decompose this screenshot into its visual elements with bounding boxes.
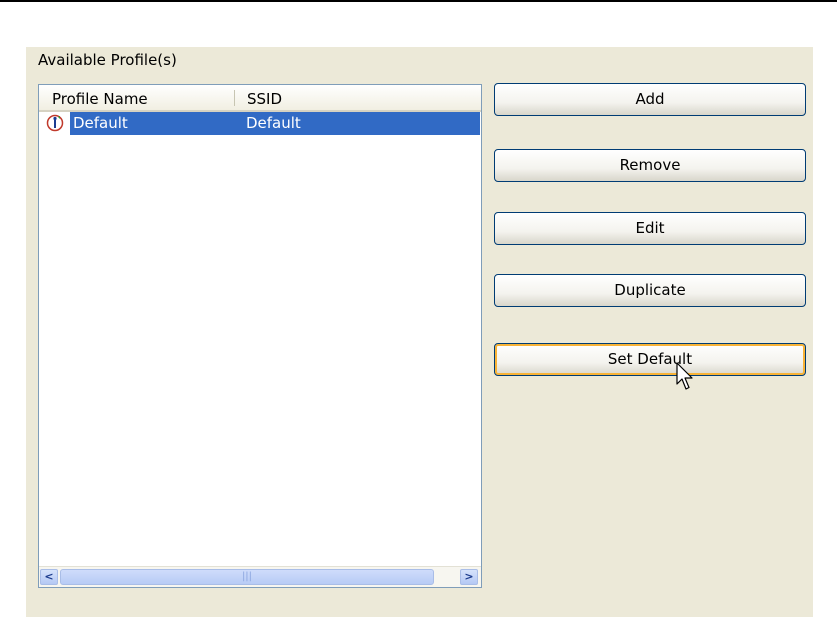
scrollbar-thumb[interactable]: ||| <box>60 569 434 585</box>
profile-list[interactable]: Profile Name SSID Default Default < ||| <box>38 84 482 588</box>
edit-button[interactable]: Edit <box>494 212 806 245</box>
add-button[interactable]: Add <box>494 83 806 116</box>
default-profile-icon <box>46 114 64 132</box>
set-default-button[interactable]: Set Default <box>494 343 806 376</box>
column-header-ssid[interactable]: SSID <box>247 90 282 108</box>
mouse-pointer-icon <box>676 362 694 392</box>
top-divider <box>0 0 837 2</box>
scrollbar-grip-icon: ||| <box>241 571 253 582</box>
column-header-profile-name[interactable]: Profile Name <box>52 90 148 108</box>
profiles-panel: Available Profile(s) Profile Name SSID D… <box>26 47 813 617</box>
remove-button[interactable]: Remove <box>494 149 806 182</box>
horizontal-scrollbar[interactable]: < ||| > <box>39 566 481 587</box>
scroll-left-arrow-icon[interactable]: < <box>40 569 58 585</box>
profile-row-default[interactable]: Default Default <box>40 112 480 135</box>
list-header: Profile Name SSID <box>39 85 481 112</box>
duplicate-button[interactable]: Duplicate <box>494 274 806 307</box>
available-profiles-label: Available Profile(s) <box>38 51 177 69</box>
profile-name-cell: Default <box>73 114 128 132</box>
ssid-cell: Default <box>246 114 301 132</box>
scroll-right-arrow-icon[interactable]: > <box>460 569 478 585</box>
column-separator[interactable] <box>234 90 235 106</box>
